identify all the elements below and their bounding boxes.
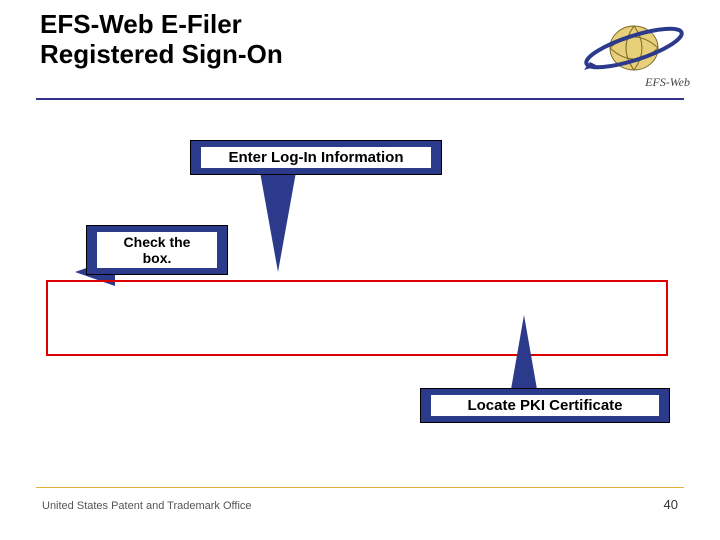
- callout-locate-pki: Locate PKI Certificate: [420, 388, 670, 423]
- title-line-1: EFS-Web E-Filer: [40, 9, 242, 39]
- callout-pointer-enter-login: [260, 172, 296, 272]
- slide: EFS-Web E-Filer Registered Sign-On EFS-W…: [0, 0, 720, 540]
- callout-check-box: Check the box.: [86, 225, 228, 275]
- callout-label: Locate PKI Certificate: [431, 395, 659, 416]
- callout-label: Check the box.: [97, 232, 217, 268]
- highlight-box: [46, 280, 668, 356]
- callout-pointer-locate-pki: [510, 315, 538, 395]
- callout-enter-login: Enter Log-In Information: [190, 140, 442, 175]
- globe-icon: [560, 18, 690, 78]
- efs-web-logo: [560, 18, 690, 78]
- divider-bottom: [36, 487, 684, 488]
- logo-text: EFS-Web: [645, 75, 690, 90]
- title-line-2: Registered Sign-On: [40, 39, 283, 69]
- page-title: EFS-Web E-Filer Registered Sign-On: [40, 10, 283, 70]
- divider-top: [36, 98, 684, 100]
- footer-text: United States Patent and Trademark Offic…: [42, 500, 252, 512]
- callout-label: Enter Log-In Information: [201, 147, 431, 168]
- page-number: 40: [664, 497, 678, 512]
